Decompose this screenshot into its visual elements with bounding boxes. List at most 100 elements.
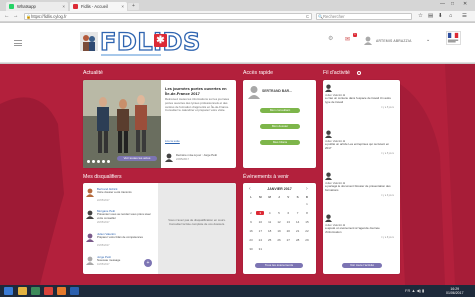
calendar-day[interactable]: 21: [294, 229, 302, 233]
feed-item[interactable]: Julien Valentin ✪ a partagé le document …: [325, 172, 394, 208]
tab-fidlis[interactable]: Fidlis - Accueil ×: [70, 2, 127, 11]
feed-text: a créé un contenu dans l'espace de trava…: [325, 96, 391, 104]
calendar-day: [303, 247, 311, 251]
calendar-day[interactable]: 20: [284, 229, 292, 233]
calendar-day[interactable]: 8: [303, 211, 311, 215]
calendar-day[interactable]: 4: [266, 211, 274, 215]
calendar-day[interactable]: 27: [284, 238, 292, 242]
download-icon[interactable]: ⬇: [438, 13, 443, 20]
media-player-icon[interactable]: [31, 287, 40, 295]
carousel-dot[interactable]: [107, 160, 110, 163]
news-photo[interactable]: [83, 80, 161, 168]
calendar-day[interactable]: 30: [247, 247, 255, 251]
all-events-button[interactable]: Tous les événements: [255, 263, 303, 268]
browser-menu-icon[interactable]: ☰: [462, 13, 467, 20]
disqualifier-item[interactable]: Morgane Petit Présentez-vous au rendez-v…: [86, 209, 156, 229]
calendar-day[interactable]: 24: [256, 238, 264, 242]
carousel-dot[interactable]: [92, 160, 95, 163]
firefox-icon[interactable]: [57, 287, 66, 295]
carousel-dot[interactable]: [102, 160, 105, 163]
news-more-link[interactable]: Lire la suite: [165, 139, 180, 143]
disqualifier-date: 20/05/2017: [97, 221, 110, 224]
mes-disqualifiers-title: Mes disqualifiers: [83, 174, 122, 180]
all-activity-button[interactable]: Voir toute l'activité: [342, 263, 382, 268]
home-icon[interactable]: ⌂: [449, 13, 452, 20]
user-name[interactable]: ARTEMIS ABRAZZIA: [376, 39, 412, 43]
mes-bilans-button[interactable]: Mes bilans: [260, 140, 300, 145]
site-logo[interactable]: FDLIDS: [99, 28, 201, 55]
add-disqualifier-button[interactable]: +: [144, 259, 152, 267]
calendar-day[interactable]: 22: [303, 229, 311, 233]
disqualifier-avatar-icon: [86, 256, 94, 265]
calendar-day[interactable]: 9: [247, 220, 255, 224]
reading-list-icon[interactable]: ▤: [428, 13, 433, 20]
calendar-day[interactable]: 6: [284, 211, 292, 215]
maximize-button[interactable]: □: [451, 1, 454, 7]
word-icon[interactable]: [70, 287, 79, 295]
carousel-dot[interactable]: [87, 160, 90, 163]
clock-date: 01/06/2017: [446, 291, 464, 295]
calendar-day[interactable]: 28: [294, 238, 302, 242]
calendar-day[interactable]: 7: [294, 211, 302, 215]
weekday: M: [259, 195, 262, 199]
settings-gear-icon[interactable]: ⚙: [328, 35, 333, 43]
notifications-icon[interactable]: ✉: [345, 36, 350, 44]
calendar-day[interactable]: 12: [275, 220, 283, 224]
user-avatar-icon[interactable]: [364, 36, 372, 45]
disqualifier-item[interactable]: Julien Valentin Préparer votre bilan de …: [86, 232, 156, 252]
new-tab-button[interactable]: +: [128, 3, 139, 10]
calendar-day[interactable]: 16: [247, 229, 255, 233]
feed-item[interactable]: Julien Valentin ✪ a publié un article Le…: [325, 130, 394, 166]
address-bar[interactable]: 🔒 https://fidlis.cylog.fr C: [24, 13, 312, 20]
calendar-day[interactable]: 11: [266, 220, 274, 224]
bookmark-star-icon[interactable]: ☆: [418, 13, 423, 20]
calendar-next-button[interactable]: ›: [306, 186, 308, 192]
news-title[interactable]: Les journées portes ouvertes en Île-de-F…: [165, 86, 231, 96]
calendar-day[interactable]: 10: [256, 220, 264, 224]
calendar-day[interactable]: 23: [247, 238, 255, 242]
file-explorer-icon[interactable]: [18, 287, 27, 295]
system-tray[interactable]: FR ▲ ◀) ▮: [405, 288, 424, 293]
calendar-day[interactable]: 5: [275, 211, 283, 215]
tab-label: Fidlis - Accueil: [81, 4, 108, 9]
close-window-button[interactable]: ✕: [463, 1, 467, 7]
calendar-day[interactable]: 29: [303, 238, 311, 242]
browser-search-input[interactable]: 🔍 Rechercher: [316, 13, 412, 20]
site-header: FDLIDS ✱: [0, 23, 475, 63]
search-icon: 🔍: [318, 14, 323, 19]
all-news-button[interactable]: Voir toutes les actus: [117, 156, 157, 161]
calendar-day[interactable]: 19: [275, 229, 283, 233]
minimize-button[interactable]: —: [440, 1, 445, 7]
windows-start-icon[interactable]: [4, 287, 13, 295]
profile-name[interactable]: SERTRAND BAR...: [262, 89, 292, 93]
calendar-day[interactable]: 17: [256, 229, 264, 233]
feed-item[interactable]: Julien Valentin ✪ a ajouté un événement …: [325, 214, 394, 250]
chevron-down-icon[interactable]: ⌄: [426, 37, 430, 43]
forward-button[interactable]: →: [13, 13, 19, 20]
close-icon[interactable]: ×: [121, 4, 124, 9]
mon-consultant-button[interactable]: Mon consultant: [260, 108, 300, 113]
news-body: Retrouvez toutes les informations sur le…: [165, 98, 230, 113]
calendar-day[interactable]: 1: [303, 202, 311, 206]
calendar-day[interactable]: 3: [256, 211, 265, 215]
calendar-day[interactable]: 26: [275, 238, 283, 242]
tab-whatsapp[interactable]: Whatsapp ×: [6, 2, 68, 11]
clock[interactable]: 16:29 01/06/2017: [446, 287, 464, 295]
calendar-day[interactable]: 25: [266, 238, 274, 242]
disqualifier-item[interactable]: Bertrand Aldrick Votre dossier a été tra…: [86, 187, 156, 206]
back-button[interactable]: ←: [4, 13, 10, 20]
chrome-icon[interactable]: [44, 287, 53, 295]
calendar-day[interactable]: 13: [284, 220, 292, 224]
feed-item[interactable]: Julien Valentin ✪ a créé un contenu dans…: [325, 84, 394, 124]
calendar-day[interactable]: 31: [256, 247, 264, 251]
calendar-day[interactable]: 14: [294, 220, 302, 224]
calendar-day[interactable]: 18: [266, 229, 274, 233]
mon-dossier-button[interactable]: Mon dossier: [260, 124, 300, 129]
reload-button[interactable]: C: [306, 14, 309, 19]
carousel-dot[interactable]: [97, 160, 100, 163]
close-icon[interactable]: ×: [62, 4, 65, 9]
calendar-day[interactable]: 2: [247, 211, 255, 215]
hamburger-menu-icon[interactable]: [14, 40, 22, 46]
calendar-day[interactable]: 15: [303, 220, 311, 224]
fil-activite-title: Fil d'activité: [323, 70, 350, 76]
